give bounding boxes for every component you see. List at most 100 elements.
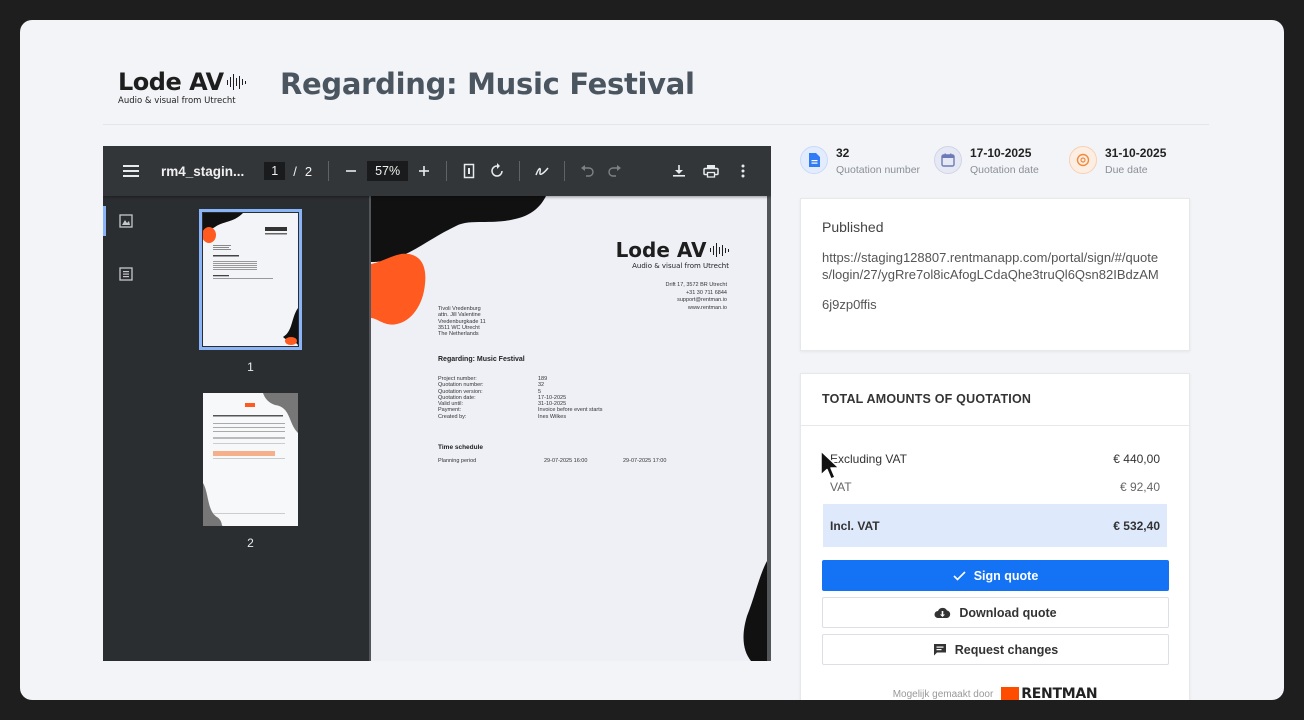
annotate-icon[interactable] (528, 157, 556, 185)
rentman-brand: RENTMAN (1021, 686, 1098, 700)
page-number-input[interactable]: 1 (264, 162, 286, 180)
zoom-level-input[interactable]: 57% (367, 161, 409, 181)
toolbar-divider (328, 161, 330, 181)
document-logo: Lode AV Audio & visual from Utrecht (616, 238, 729, 270)
quotation-date-meta: 17-10-2025 Quotation date (934, 146, 1039, 177)
active-indicator (103, 206, 106, 236)
toolbar-divider (519, 161, 521, 181)
zoom-in-icon[interactable] (410, 157, 438, 185)
company-logo: Lode AV Audio & visual from Utrecht (118, 69, 248, 109)
request-changes-label: Request changes (954, 642, 1059, 657)
vat-row: VAT € 92,40 (823, 480, 1167, 494)
address-line: +31 30 711 6844 (685, 289, 727, 296)
pdf-filename: rm4_stagin... (161, 163, 245, 179)
cloud-download-icon (934, 607, 951, 618)
sign-quote-label: Sign quote (973, 568, 1039, 583)
rentman-mark-icon (1001, 687, 1020, 700)
incl-vat-row: Incl. VAT € 532,40 (823, 504, 1167, 547)
mouse-cursor-icon (820, 450, 840, 480)
rotate-icon[interactable] (483, 157, 511, 185)
pdf-toolbar: rm4_stagin... 1 / 2 57% (103, 146, 771, 196)
quotation-details: Project number: 189 Quotation number: 32 Q… (438, 376, 603, 420)
recipient-line: Vredenburgkade 11 (438, 318, 486, 325)
document-heading: Regarding: Music Festival (438, 356, 525, 363)
due-date-value: 31-10-2025 (1105, 146, 1167, 160)
thumbnails-icon[interactable] (119, 214, 133, 228)
comment-icon (933, 644, 946, 656)
header-divider (103, 124, 1209, 125)
recipient-address: Tivoli Vredenburg attn. Jill Valentine V… (438, 306, 486, 337)
checkmark-icon (953, 570, 966, 581)
toolbar-divider (446, 161, 448, 181)
download-icon[interactable] (665, 157, 693, 185)
detail-row: Created by: Ines Wilkes (438, 413, 567, 420)
clock-icon (1069, 146, 1097, 174)
download-quote-button[interactable]: Download quote (822, 597, 1169, 628)
time-schedule-row: Planning period 29-07-2025 16:00 29-07-2… (438, 458, 666, 464)
quotation-number-label: Quotation number (836, 164, 921, 176)
address-line: www.rentman.io (687, 304, 727, 311)
undo-icon[interactable] (573, 157, 601, 185)
schedule-end: 29-07-2025 17:00 (623, 458, 667, 464)
thumbnail-label: 1 (247, 360, 254, 374)
zoom-out-icon[interactable] (337, 157, 365, 185)
quotation-date-value: 17-10-2025 (970, 146, 1032, 160)
time-schedule-heading: Time schedule (438, 444, 484, 451)
recipient-line: attn. Jill Valentine (438, 312, 481, 319)
request-changes-button[interactable]: Request changes (822, 634, 1169, 665)
pdf-viewer: rm4_stagin... 1 / 2 57% 1 2 Lode AV Audi… (103, 146, 771, 661)
incl-vat-value: € 532,40 (1113, 518, 1160, 533)
document-icon (800, 146, 828, 174)
incl-vat-label: Incl. VAT (830, 518, 880, 533)
logo-tagline: Audio & visual from Utrecht (118, 96, 236, 106)
vat-value: € 92,40 (1119, 480, 1160, 494)
print-icon[interactable] (697, 157, 725, 185)
vat-label: VAT (830, 480, 852, 494)
publication-card: Published https://staging128807.rentmana… (800, 198, 1190, 351)
thumbnail-label: 2 (247, 536, 254, 550)
totals-card: TOTAL AMOUNTS OF QUOTATION Excluding VAT… (800, 373, 1190, 700)
portal-link[interactable]: https://staging128807.rentmanapp.com/por… (822, 249, 1168, 283)
page-separator: / (293, 163, 297, 179)
publication-status: Published (822, 219, 884, 235)
address-line: support@rentman.io (677, 297, 727, 303)
address-line: Drift 17, 3572 BR Utrecht (665, 282, 727, 288)
sidebar-rail (103, 196, 147, 661)
powered-by-text: Mogelijk gemaakt door (892, 688, 994, 700)
rentman-logo[interactable]: RENTMAN (1001, 686, 1098, 700)
soundwave-icon (226, 73, 247, 91)
due-date-meta: 31-10-2025 Due date (1069, 146, 1166, 177)
excluding-vat-row: Excluding VAT € 440,00 (823, 452, 1167, 466)
schedule-label: Planning period (438, 458, 477, 464)
quote-portal: Lode AV Audio & visual from Utrecht Rega… (20, 20, 1284, 700)
page-indicator: 1 / 2 (264, 162, 312, 180)
fit-page-icon[interactable] (455, 157, 483, 185)
access-code: 6j9zp0ffis (822, 297, 877, 312)
sign-quote-button[interactable]: Sign quote (822, 560, 1169, 591)
document-logo-tagline: Audio & visual from Utrecht (632, 262, 729, 270)
menu-icon[interactable] (123, 165, 139, 177)
totals-heading: TOTAL AMOUNTS OF QUOTATION (801, 374, 1189, 426)
quotation-number-value: 32 (836, 146, 850, 160)
company-address: Drift 17, 3572 BR Utrecht +31 30 711 684… (666, 282, 727, 312)
quotation-date-label: Quotation date (970, 164, 1039, 176)
page-thumbnail-1[interactable] (199, 209, 302, 350)
logo-text: Lode AV (118, 68, 224, 96)
page-thumbnail-2[interactable] (203, 393, 298, 526)
schedule-start: 29-07-2025 16:00 (544, 458, 588, 464)
total-pages: 2 (304, 163, 313, 179)
page-title: Regarding: Music Festival (280, 67, 695, 101)
outline-icon[interactable] (119, 267, 133, 281)
soundwave-icon (709, 241, 729, 259)
recipient-line: The Netherlands (438, 331, 479, 338)
toolbar-divider (564, 161, 566, 181)
pdf-page: Lode AV Audio & visual from Utrecht Drif… (371, 196, 767, 661)
redo-icon[interactable] (601, 157, 629, 185)
powered-by: Mogelijk gemaakt door RENTMAN (801, 686, 1189, 700)
quotation-number-meta: 32 Quotation number (800, 146, 920, 177)
more-options-icon[interactable] (729, 157, 757, 185)
due-date-label: Due date (1105, 164, 1148, 176)
excluding-vat-value: € 440,00 (1113, 452, 1160, 466)
document-logo-text: Lode AV (615, 238, 707, 262)
download-quote-label: Download quote (959, 605, 1057, 620)
